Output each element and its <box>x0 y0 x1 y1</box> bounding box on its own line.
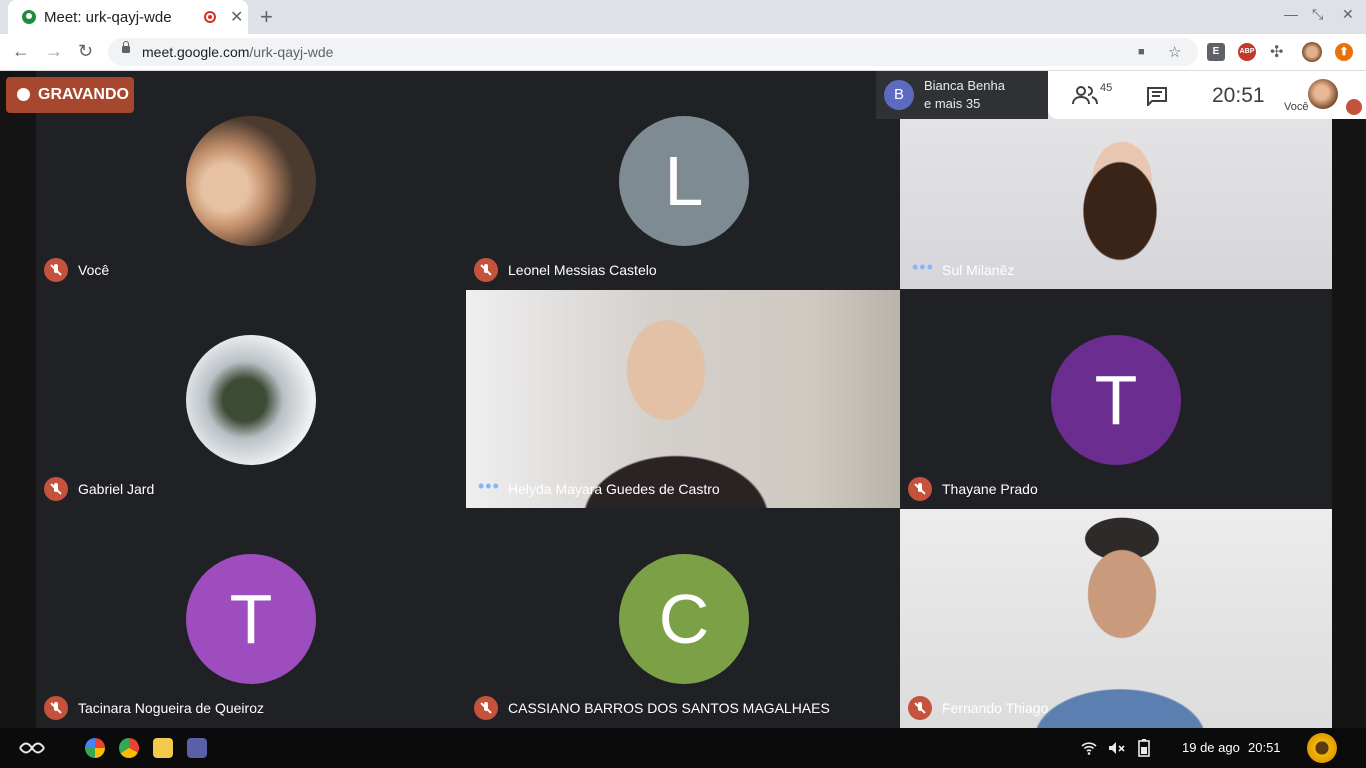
browser-toolbar: ← → ↻ meet.google.com/urk-qayj-wde ■ ☆ E… <box>0 34 1366 71</box>
mic-off-icon <box>474 696 498 720</box>
avatar: T <box>186 554 316 684</box>
participant-name: Fernando Thiago <box>942 700 1049 716</box>
browser-tab[interactable]: Meet: urk-qayj-wde ✕ <box>8 0 248 34</box>
participant-name: Thayane Prado <box>942 481 1038 497</box>
participant-name: Você <box>78 262 110 278</box>
presenter-avatar: B <box>884 80 914 110</box>
self-label: Você <box>1284 101 1309 113</box>
minimize-icon[interactable]: — <box>1284 6 1298 22</box>
bookmark-star-icon[interactable]: ☆ <box>1168 43 1181 61</box>
browser-titlebar: Meet: urk-qayj-wde ✕ + — ⤡ ✕ <box>0 0 1366 34</box>
mic-off-icon <box>474 258 498 282</box>
wifi-icon[interactable] <box>1081 741 1097 755</box>
settings-gear-icon[interactable] <box>187 738 207 758</box>
video-feed <box>900 509 1332 728</box>
presenter-name: Bianca Benha <box>924 78 1005 93</box>
mic-off-icon <box>908 477 932 501</box>
profile-avatar[interactable] <box>1302 42 1322 62</box>
recording-indicator-icon <box>204 11 216 23</box>
participant-tile[interactable]: C CASSIANO BARROS DOS SANTOS MAGALHAES <box>466 509 900 728</box>
chrome-icon[interactable] <box>119 738 139 758</box>
url-path: /urk-qayj-wde <box>249 44 334 60</box>
reload-icon[interactable]: ↻ <box>78 41 93 62</box>
address-bar[interactable]: meet.google.com/urk-qayj-wde ■ ☆ <box>108 38 1198 66</box>
meeting-info-bar: 45 20:51 Você <box>1048 71 1366 119</box>
tab-close-icon[interactable]: ✕ <box>230 7 243 27</box>
tab-title: Meet: urk-qayj-wde <box>44 9 172 26</box>
participant-name: CASSIANO BARROS DOS SANTOS MAGALHAES <box>508 700 830 716</box>
system-time[interactable]: 20:51 <box>1248 740 1281 755</box>
participant-name: Leonel Messias Castelo <box>508 262 657 278</box>
system-date[interactable]: 19 de ago <box>1182 740 1240 755</box>
self-avatar[interactable] <box>1308 79 1338 109</box>
extensions-puzzle-icon[interactable]: ✣ <box>1270 42 1283 62</box>
mic-off-icon <box>44 258 68 282</box>
launcher-icon[interactable] <box>18 740 46 756</box>
participant-tile[interactable]: T Tacinara Nogueira de Queiroz <box>36 509 466 728</box>
camera-icon[interactable]: ■ <box>1138 46 1145 58</box>
participant-video-tile[interactable]: ••• Helyda Mayara Guedes de Castro <box>466 290 900 508</box>
avatar <box>186 116 316 246</box>
participant-tile[interactable]: T Thayane Prado <box>900 290 1332 508</box>
recording-label: GRAVANDO <box>38 86 129 103</box>
recording-badge: GRAVANDO <box>6 77 134 113</box>
files-icon[interactable] <box>153 738 173 758</box>
add-app-icon[interactable] <box>85 738 105 758</box>
update-icon[interactable]: ⬆ <box>1335 43 1353 61</box>
stage-left-edge <box>0 71 36 728</box>
stage-right-edge <box>1332 71 1366 728</box>
meet-favicon-icon <box>22 10 36 24</box>
url-domain: meet.google.com <box>142 44 250 60</box>
mic-off-icon <box>44 477 68 501</box>
forward-icon[interactable]: → <box>45 41 63 62</box>
participant-name: Sul Milanêz <box>942 262 1015 278</box>
new-tab-button[interactable]: + <box>260 4 273 30</box>
avatar: C <box>619 554 749 684</box>
back-icon[interactable]: ← <box>12 41 30 62</box>
presenter-more: e mais 35 <box>924 96 981 111</box>
self-mic-off-icon <box>1346 99 1362 115</box>
meeting-clock: 20:51 <box>1212 84 1265 107</box>
participant-tile[interactable]: Gabriel Jard <box>36 290 466 508</box>
participant-name: Tacinara Nogueira de Queiroz <box>78 700 264 716</box>
os-taskbar: 19 de ago 20:51 <box>0 728 1366 768</box>
participant-tile[interactable]: L Leonel Messias Castelo <box>466 71 900 289</box>
volume-muted-icon[interactable] <box>1108 741 1126 755</box>
speaking-indicator-icon: ••• <box>912 257 934 277</box>
participant-name: Helyda Mayara Guedes de Castro <box>508 481 720 497</box>
avatar: L <box>619 116 749 246</box>
chat-icon[interactable] <box>1146 86 1168 106</box>
recording-dot-icon <box>17 88 30 101</box>
lock-icon <box>122 41 130 53</box>
window-close-icon[interactable]: ✕ <box>1342 6 1354 23</box>
avatar <box>186 335 316 465</box>
participant-name: Gabriel Jard <box>78 481 155 497</box>
user-account-avatar[interactable] <box>1307 733 1337 763</box>
restore-icon[interactable]: ⤡ <box>1312 6 1323 23</box>
extension-e-icon[interactable]: E <box>1207 43 1225 61</box>
url-text[interactable]: meet.google.com/urk-qayj-wde <box>142 44 333 60</box>
adblock-icon[interactable]: ABP <box>1238 43 1256 61</box>
mic-off-icon <box>908 696 932 720</box>
presenter-chip[interactable]: B Bianca Benha e mais 35 <box>876 71 1048 119</box>
video-feed <box>466 290 900 508</box>
participant-count-badge: 45 <box>1100 82 1113 94</box>
participant-video-tile[interactable]: Fernando Thiago <box>900 509 1332 728</box>
speaking-indicator-icon: ••• <box>478 476 500 496</box>
people-icon[interactable] <box>1072 85 1098 105</box>
battery-icon[interactable] <box>1138 739 1150 757</box>
mic-off-icon <box>44 696 68 720</box>
avatar: T <box>1051 335 1181 465</box>
